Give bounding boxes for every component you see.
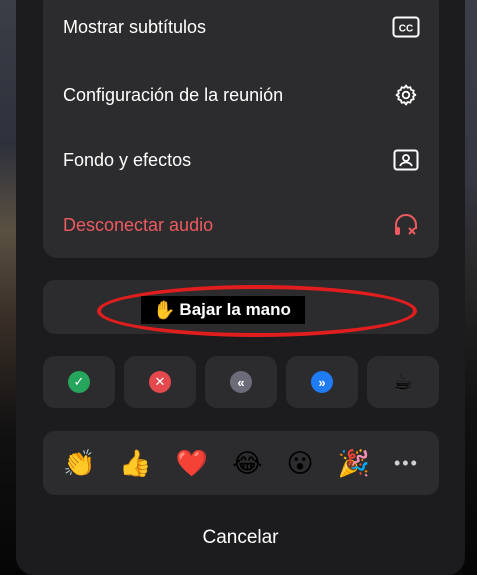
surprised-face-emoji[interactable]: 😮 bbox=[287, 450, 314, 476]
rewind-icon: « bbox=[230, 371, 252, 393]
clapping-hands-emoji[interactable]: 👏 bbox=[63, 450, 95, 476]
gear-icon bbox=[391, 80, 421, 110]
background-right-strip bbox=[463, 0, 477, 575]
raised-hand-icon: ✋ bbox=[153, 299, 176, 320]
menu-item-show-captions[interactable]: Mostrar subtítulos CC bbox=[63, 7, 421, 47]
menu-item-label: Mostrar subtítulos bbox=[63, 16, 207, 37]
cross-icon: ✕ bbox=[149, 371, 171, 393]
red-heart-emoji[interactable]: ❤️ bbox=[176, 450, 208, 476]
menu-item-label: Fondo y efectos bbox=[63, 149, 192, 170]
more-emojis-icon[interactable]: ••• bbox=[394, 453, 419, 474]
menu-item-label: Desconectar audio bbox=[63, 214, 214, 235]
feedback-coffee-button[interactable]: ☕ bbox=[367, 356, 439, 408]
menu-item-meeting-settings[interactable]: Configuración de la reunión bbox=[63, 75, 421, 115]
cancel-button[interactable]: Cancelar bbox=[16, 510, 465, 566]
fast-forward-icon: » bbox=[311, 371, 333, 393]
feedback-faster-button[interactable]: » bbox=[286, 356, 358, 408]
menu-item-background-effects[interactable]: Fondo y efectos bbox=[63, 140, 421, 180]
checkmark-icon: ✓ bbox=[68, 371, 90, 393]
cc-icon-text: CC bbox=[399, 24, 413, 35]
nonverbal-feedback-row: ✓ ✕ « » ☕ bbox=[43, 356, 439, 408]
party-popper-emoji[interactable]: 🎉 bbox=[338, 450, 370, 476]
coffee-icon: ☕ bbox=[393, 369, 413, 394]
lower-hand-label: Bajar la mano bbox=[179, 300, 291, 319]
headphones-disconnect-icon bbox=[391, 210, 421, 240]
background-portrait-icon bbox=[391, 145, 421, 175]
feedback-no-button[interactable]: ✕ bbox=[124, 356, 196, 408]
tears-of-joy-emoji[interactable]: 😂 bbox=[232, 450, 262, 476]
emoji-reactions-card: 👏 👍 ❤️ 😂 😮 🎉 ••• bbox=[43, 431, 439, 495]
thumbs-up-emoji[interactable]: 👍 bbox=[119, 450, 151, 476]
menu-card: Mostrar subtítulos CC Configuración de l… bbox=[43, 0, 439, 258]
menu-item-disconnect-audio[interactable]: Desconectar audio bbox=[63, 205, 421, 245]
more-options-sheet: Mostrar subtítulos CC Configuración de l… bbox=[16, 0, 465, 575]
feedback-yes-button[interactable]: ✓ bbox=[43, 356, 115, 408]
lower-hand-label-box[interactable]: ✋ Bajar la mano bbox=[141, 296, 305, 324]
closed-captions-icon: CC bbox=[391, 12, 421, 42]
feedback-slower-button[interactable]: « bbox=[205, 356, 277, 408]
menu-item-label: Configuración de la reunión bbox=[63, 84, 284, 105]
